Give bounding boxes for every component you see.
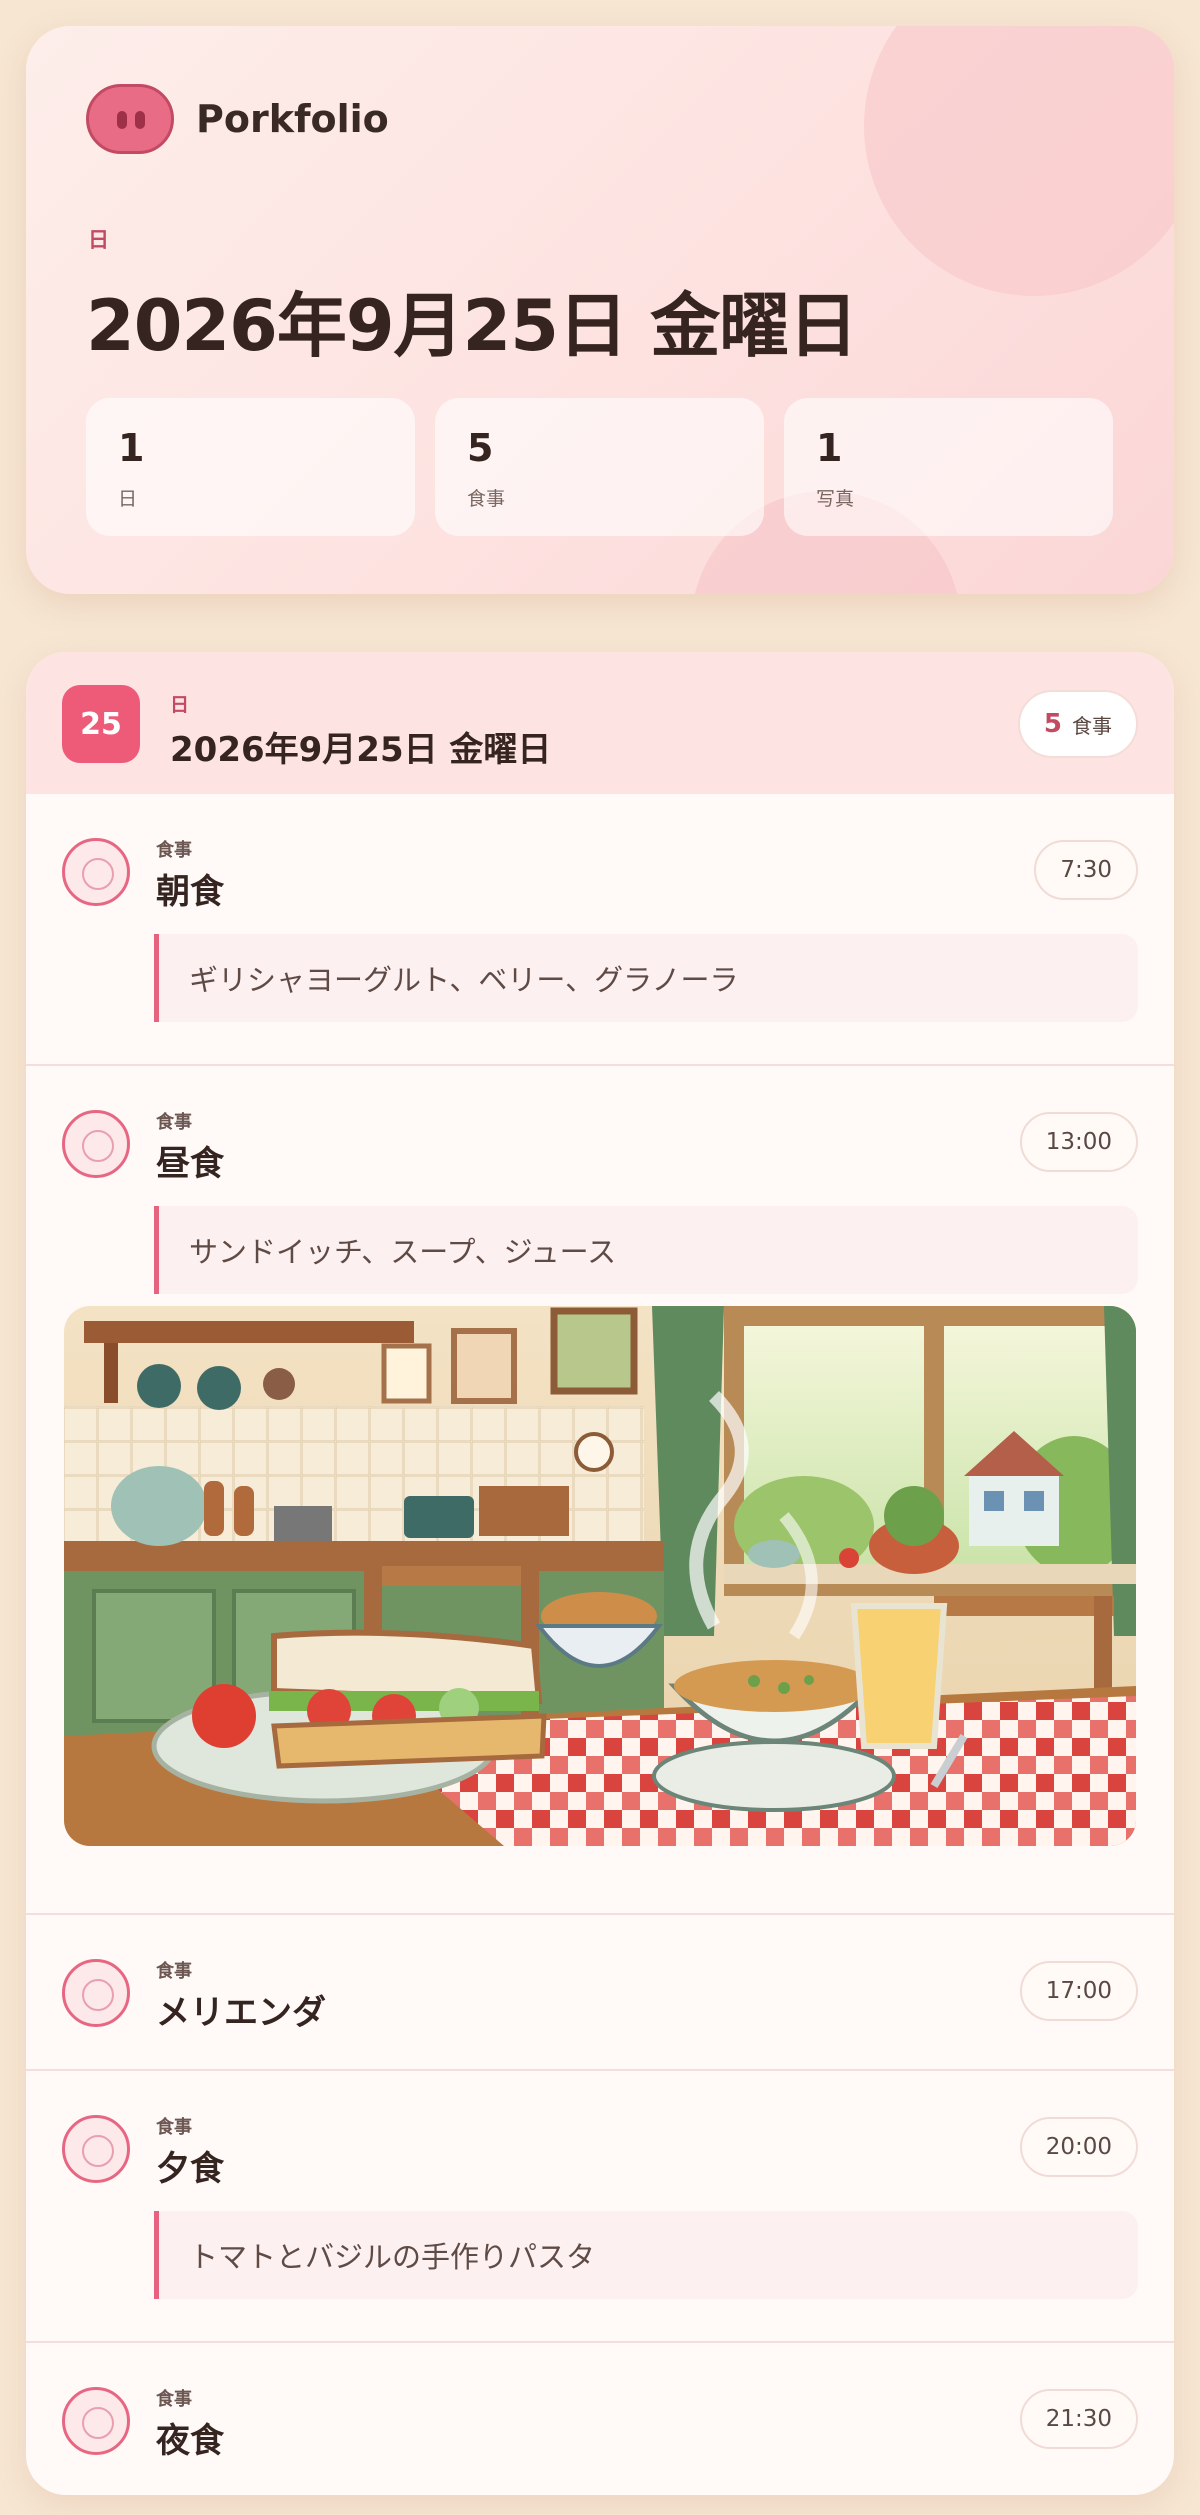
meal-photo[interactable]	[64, 1306, 1136, 1846]
meal-description: サンドイッチ、スープ、ジュース	[154, 1206, 1138, 1294]
meal-kicker: 食事	[156, 840, 192, 861]
plate-icon	[62, 1959, 130, 2027]
meal-description: ギリシャヨーグルト、ベリー、グラノーラ	[154, 934, 1138, 1022]
stat-meals: 5 食事	[435, 398, 764, 536]
meal-kicker: 食事	[156, 1961, 192, 1982]
meal-item[interactable]: 食事 夕食 20:00 トマトとバジルの手作りパスタ	[26, 2071, 1174, 2343]
stat-label: 食事	[467, 488, 506, 510]
meal-count-badge: 5 食事	[1017, 690, 1138, 758]
stat-days: 1 日	[86, 398, 415, 536]
day-header[interactable]: 25 日 2026年9月25日 金曜日 5 食事	[26, 652, 1174, 794]
app-name: Porkfolio	[196, 97, 389, 141]
plate-icon	[62, 1110, 130, 1178]
meal-item[interactable]: 食事 メリエンダ 17:00	[26, 1915, 1174, 2071]
plate-icon	[62, 2387, 130, 2455]
stats-row: 1 日 5 食事 1 写真	[86, 398, 1113, 536]
page-title: 2026年9月25日 金曜日	[86, 285, 858, 367]
meal-count-value: 5	[1043, 709, 1062, 739]
meal-item[interactable]: 食事 夜食 21:30	[26, 2343, 1174, 2495]
stat-label: 写真	[816, 488, 855, 510]
plate-icon	[62, 2115, 130, 2183]
stat-photos: 1 写真	[784, 398, 1113, 536]
summary-card: Porkfolio 日 2026年9月25日 金曜日 1 日 5 食事 1 写真	[26, 26, 1174, 594]
stat-value: 5	[467, 426, 494, 470]
plate-icon	[62, 838, 130, 906]
meal-kicker: 食事	[156, 2117, 192, 2138]
meal-time: 17:00	[1019, 1961, 1138, 2021]
stat-value: 1	[816, 426, 843, 470]
meal-item[interactable]: 食事 昼食 13:00 サンドイッチ、スープ、ジュース	[26, 1066, 1174, 1915]
meal-kicker: 食事	[156, 1112, 192, 1133]
meal-time: 13:00	[1019, 1112, 1138, 1172]
meal-name: メリエンダ	[156, 1993, 326, 2033]
meal-kicker: 食事	[156, 2389, 192, 2410]
meal-name: 朝食	[156, 872, 224, 912]
day-kicker: 日	[170, 694, 190, 716]
stat-label: 日	[118, 488, 138, 510]
app-logo[interactable]: Porkfolio	[86, 84, 389, 154]
meal-name: 夕食	[156, 2149, 224, 2189]
kitchen-illustration	[64, 1306, 1136, 1846]
stat-value: 1	[118, 426, 145, 470]
meal-item[interactable]: 食事 朝食 7:30 ギリシャヨーグルト、ベリー、グラノーラ	[26, 794, 1174, 1066]
meal-description: トマトとバジルの手作りパスタ	[154, 2211, 1138, 2299]
meal-name: 昼食	[156, 1144, 224, 1184]
day-number-badge: 25	[62, 685, 140, 763]
meal-name: 夜食	[156, 2421, 224, 2461]
meal-count-label: 食事	[1072, 713, 1112, 738]
summary-kicker: 日	[88, 228, 109, 252]
decorative-circle	[864, 26, 1174, 296]
day-title: 2026年9月25日 金曜日	[170, 730, 552, 770]
meal-time: 20:00	[1019, 2117, 1138, 2177]
pig-snout-icon	[86, 84, 174, 154]
meal-time: 21:30	[1019, 2389, 1138, 2449]
meal-time: 7:30	[1034, 840, 1138, 900]
day-card: 25 日 2026年9月25日 金曜日 5 食事 食事 朝食 7:30 ギリシャ…	[26, 652, 1174, 2495]
